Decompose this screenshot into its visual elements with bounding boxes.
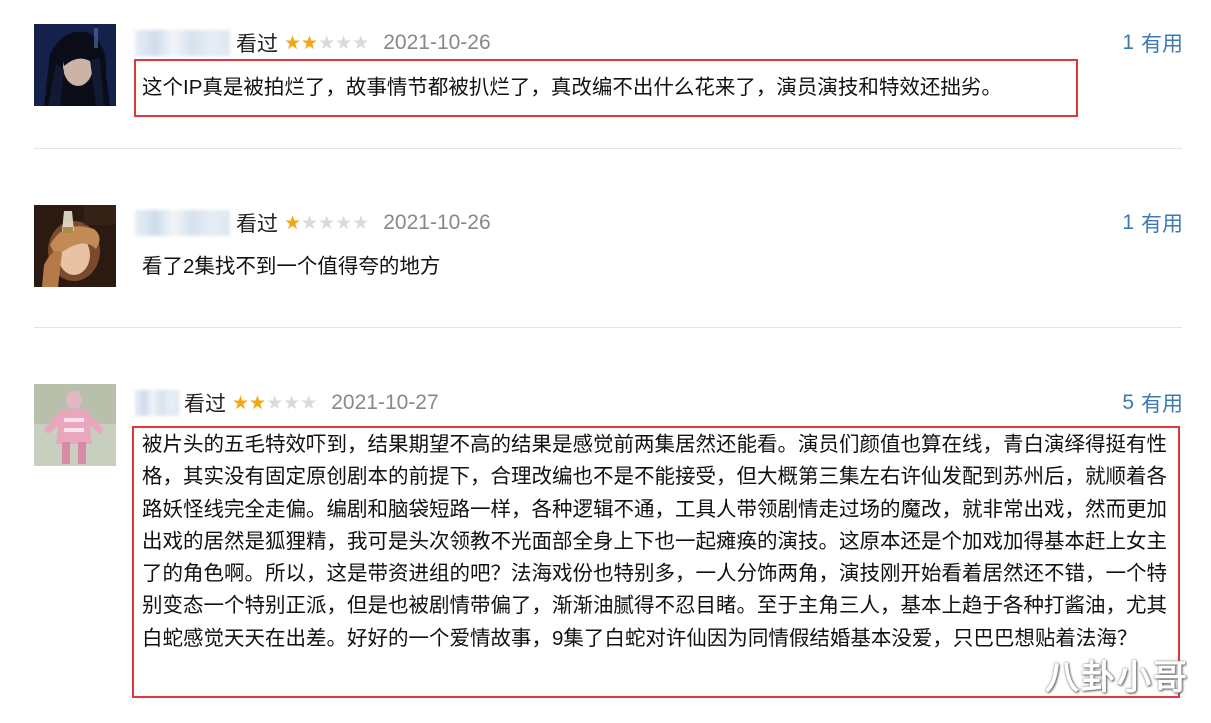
useful-votes: 1 有用: [1122, 28, 1183, 58]
comment-date: 2021-10-26: [383, 211, 491, 234]
watched-label: 看过: [236, 213, 278, 236]
comment-meta: 看过 ★ ★ ★ ★ ★ 2021-10-26: [236, 208, 491, 238]
star-empty-icon: ★: [318, 32, 336, 54]
comment-date: 2021-10-27: [331, 391, 439, 414]
comment-date: 2021-10-26: [383, 31, 491, 54]
star-empty-icon: ★: [335, 212, 353, 234]
vote-count: 1: [1122, 211, 1134, 234]
star-empty-icon: ★: [352, 32, 370, 54]
username-blurred[interactable]: [135, 30, 230, 56]
watched-label: 看过: [184, 393, 226, 416]
vote-count: 5: [1122, 391, 1134, 414]
divider: [34, 327, 1182, 328]
divider: [34, 148, 1182, 149]
useful-button[interactable]: 有用: [1141, 208, 1183, 238]
comment-text: 被片头的五毛特效吓到，结果期望不高的结果是感觉前两集居然还能看。演员们颜值也算在…: [132, 426, 1180, 698]
star-filled-icon: ★: [284, 212, 302, 234]
comment-meta: 看过 ★ ★ ★ ★ ★ 2021-10-27: [184, 388, 439, 418]
star-empty-icon: ★: [266, 392, 284, 414]
star-filled-icon: ★: [284, 32, 302, 54]
vote-count: 1: [1122, 31, 1134, 54]
useful-button[interactable]: 有用: [1141, 388, 1183, 418]
comment-text: 这个IP真是被拍烂了，故事情节都被扒烂了，真改编不出什么花来了，演员演技和特效还…: [134, 59, 1078, 117]
watermark: 八卦小哥: [1045, 659, 1189, 697]
comment-text: 看了2集找不到一个值得夸的地方: [142, 255, 441, 278]
avatar-image-figurine: [34, 384, 116, 466]
rating-stars: ★ ★ ★ ★ ★: [284, 34, 369, 53]
avatar[interactable]: [34, 205, 116, 287]
avatar-image-dark-haired-figure: [34, 24, 116, 106]
star-empty-icon: ★: [335, 32, 353, 54]
useful-votes: 5 有用: [1122, 388, 1183, 418]
useful-button[interactable]: 有用: [1141, 28, 1183, 58]
comment-meta: 看过 ★ ★ ★ ★ ★ 2021-10-26: [236, 28, 491, 58]
avatar-image-portrait: [34, 205, 116, 287]
star-filled-icon: ★: [249, 392, 267, 414]
star-empty-icon: ★: [352, 212, 370, 234]
watched-label: 看过: [236, 33, 278, 56]
star-empty-icon: ★: [300, 392, 318, 414]
avatar[interactable]: [34, 24, 116, 106]
useful-votes: 1 有用: [1122, 208, 1183, 238]
star-filled-icon: ★: [232, 392, 250, 414]
star-empty-icon: ★: [301, 212, 319, 234]
username-blurred[interactable]: [135, 210, 230, 236]
star-filled-icon: ★: [301, 32, 319, 54]
avatar[interactable]: [34, 384, 116, 466]
rating-stars: ★ ★ ★ ★ ★: [232, 394, 317, 413]
star-empty-icon: ★: [283, 392, 301, 414]
star-empty-icon: ★: [318, 212, 336, 234]
username-blurred[interactable]: [135, 390, 179, 416]
rating-stars: ★ ★ ★ ★ ★: [284, 214, 369, 233]
